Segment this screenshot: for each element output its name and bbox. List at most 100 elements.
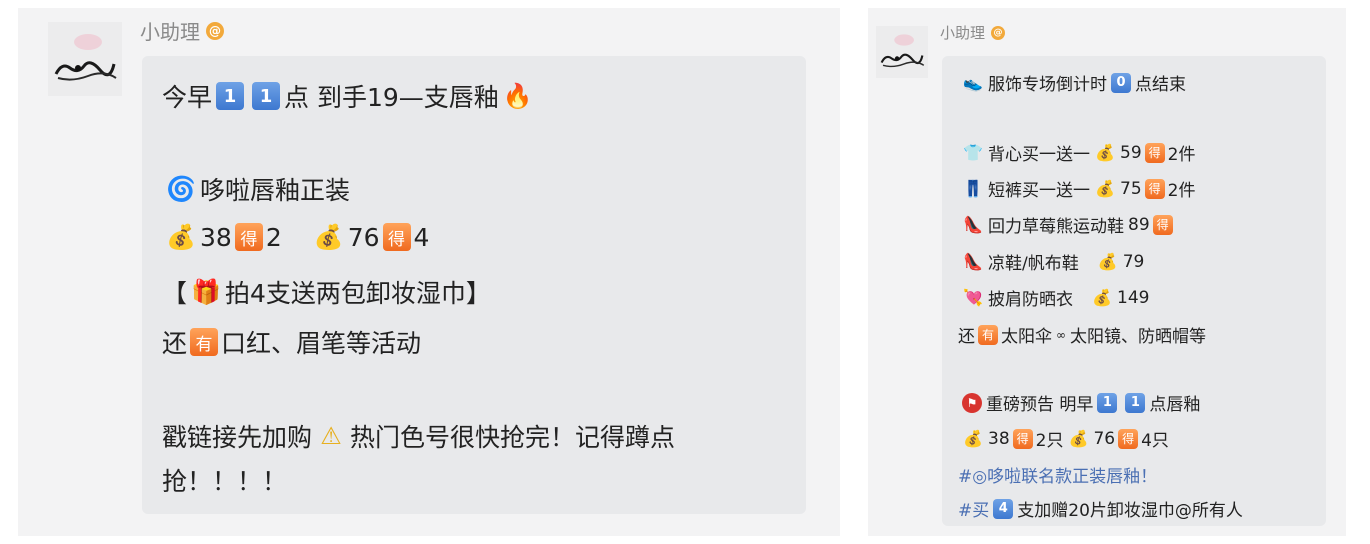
item-name: 背心买一送一 (988, 145, 1090, 165)
price-line: 💰 38 得 2 💰 76 得 4 (162, 222, 429, 252)
list-item: 👖 短裤买一送一 💰 75 得 2件 (958, 176, 1195, 201)
money-bag-icon: 💰 (1092, 288, 1112, 307)
de-badge-icon: 得 (1012, 428, 1033, 449)
swirl-icon: 🌀 (166, 175, 196, 203)
quantity: 2只 (1035, 431, 1064, 451)
right-chat-panel: 小助理 @ 👟 服饰专场倒计时 0 点结束 👕 背心买一送一 💰 59 得 2件… (868, 8, 1346, 536)
tanktop-icon: 👕 (963, 143, 983, 162)
money-bag-icon: 💰 (1068, 429, 1089, 448)
verified-icon: @ (991, 25, 1006, 40)
text: 重磅预告 明早 (986, 395, 1094, 415)
price-line: 💰 38 得 2只 💰 76 得 4只 (958, 426, 1169, 451)
price: 76 (347, 222, 380, 252)
price: 59 (1120, 142, 1142, 163)
you-badge-icon: 有 (978, 324, 998, 345)
text: 点唇釉 (1149, 395, 1201, 415)
warning-icon: ⚠ (320, 422, 342, 450)
item-name: 回力草莓熊运动鞋 (988, 217, 1124, 237)
price: 149 (1117, 287, 1150, 308)
message-line: 【 🎁 拍4支送两包卸妆湿巾】 (162, 274, 491, 310)
hashtag-text[interactable]: #◎哆啦联名款正装唇釉！ (958, 462, 1157, 487)
keycap-1-icon: 1 (252, 82, 281, 110)
text: 太阳伞 (1001, 327, 1052, 347)
red-badge-icon: ⚑ (962, 392, 982, 413)
text: 戳链接先加购 (162, 423, 313, 452)
de-badge-icon: 得 (234, 223, 263, 251)
text: 口红、眉笔等活动 (221, 329, 422, 358)
quantity: 4只 (1141, 431, 1169, 451)
price: 38 (200, 222, 232, 252)
avatar-image (48, 22, 122, 96)
quantity: 2件 (1167, 145, 1196, 165)
fire-icon: 🔥 (502, 82, 533, 110)
message-bubble[interactable]: 今早 1 1 点 到手19—支唇釉 🔥 🌀 哆啦唇釉正装 💰 38 得 2 💰 … (142, 56, 806, 514)
money-bag-icon: 💰 (1095, 143, 1115, 162)
quantity: 4 (413, 222, 430, 252)
message-line: 戳链接先加购 ⚠ 热门色号很快抢完！记得蹲点 (162, 418, 675, 454)
gift-icon: 🎁 (191, 278, 221, 306)
money-bag-icon: 💰 (313, 223, 344, 251)
shorts-icon: 👖 (963, 179, 983, 198)
avatar-image (876, 26, 928, 78)
text: 还 (162, 329, 188, 358)
message-line: ⚑ 重磅预告 明早 1 1 点唇釉 (958, 390, 1200, 415)
keycap-0-icon: 0 (1111, 72, 1131, 93)
item-name: 短裤买一送一 (988, 181, 1090, 201)
quantity: 2件 (1167, 181, 1196, 201)
keycap-4-icon: 4 (993, 498, 1014, 519)
sunglasses-icon: ∞ (1056, 327, 1066, 342)
de-badge-icon: 得 (1118, 428, 1139, 449)
de-badge-icon: 得 (1152, 214, 1173, 235)
message-line: 还 有 口红、眉笔等活动 (162, 324, 421, 360)
money-bag-icon: 💰 (1095, 179, 1115, 198)
de-badge-icon: 得 (1144, 142, 1165, 163)
text: 抢！！！！ (162, 467, 288, 496)
text: 热门色号很快抢完！记得蹲点 (350, 423, 676, 452)
price: 89 (1128, 214, 1150, 235)
de-badge-icon: 得 (1144, 178, 1165, 199)
hashtag-text[interactable]: #买 (958, 496, 989, 521)
heart-icon: 💘 (963, 288, 983, 307)
avatar[interactable] (48, 22, 122, 96)
hashtag-link[interactable]: #◎哆啦联名款正装唇釉！ (958, 462, 1157, 487)
message-bubble[interactable]: 👟 服饰专场倒计时 0 点结束 👕 背心买一送一 💰 59 得 2件 👖 短裤买… (942, 56, 1326, 526)
sender-name-row: 小助理 @ (140, 16, 224, 45)
price: 38 (988, 428, 1010, 449)
item-name: 凉鞋/帆布鞋 (988, 254, 1079, 274)
price: 76 (1093, 428, 1116, 449)
money-bag-icon: 💰 (1097, 252, 1118, 271)
bracket: 【 (162, 279, 188, 308)
text: 今早 (162, 83, 213, 112)
avatar[interactable] (876, 26, 928, 78)
left-chat-panel: 小助理 @ 今早 1 1 点 到手19—支唇釉 🔥 🌀 哆啦唇釉正装 💰 38 … (18, 8, 840, 536)
sender-name[interactable]: 小助理 (940, 22, 985, 43)
message-line: 还 有 太阳伞 ∞ 太阳镜、防晒帽等 (958, 322, 1206, 347)
message-line: 🌀 哆啦唇釉正装 (162, 171, 350, 207)
shoe-icon: 👠 (963, 215, 983, 234)
keycap-1-icon: 1 (1097, 392, 1118, 413)
message-line: #买 4 支加赠20片卸妆湿巾@所有人 (958, 496, 1243, 521)
list-item: 👕 背心买一送一 💰 59 得 2件 (958, 140, 1195, 165)
sender-name[interactable]: 小助理 (140, 16, 200, 45)
list-item: 👠 凉鞋/帆布鞋 💰 79 (958, 249, 1145, 275)
clothing-icon: 👟 (963, 73, 983, 92)
text: 还 (958, 327, 975, 347)
message-line: 今早 1 1 点 到手19—支唇釉 🔥 (162, 78, 537, 114)
keycap-1-icon: 1 (216, 82, 245, 110)
quantity: 2 (265, 222, 282, 252)
money-bag-icon: 💰 (166, 223, 196, 251)
message-line: 抢！！！！ (162, 462, 287, 498)
you-badge-icon: 有 (190, 328, 219, 356)
product-title: 哆啦唇釉正装 (200, 176, 351, 205)
verified-icon: @ (206, 21, 224, 40)
keycap-1-icon: 1 (1125, 392, 1146, 413)
sender-name-row: 小助理 @ (940, 22, 1006, 43)
item-name: 披肩防晒衣 (988, 290, 1073, 310)
list-item: 💘 披肩防晒衣 💰 149 (958, 285, 1150, 311)
text: 服饰专场倒计时 (988, 75, 1107, 95)
message-line: 👟 服饰专场倒计时 0 点结束 (958, 70, 1186, 95)
price: 75 (1120, 178, 1142, 199)
money-bag-icon: 💰 (963, 429, 983, 448)
text: 拍4支送两包卸妆湿巾】 (225, 279, 491, 308)
price: 79 (1122, 251, 1145, 272)
